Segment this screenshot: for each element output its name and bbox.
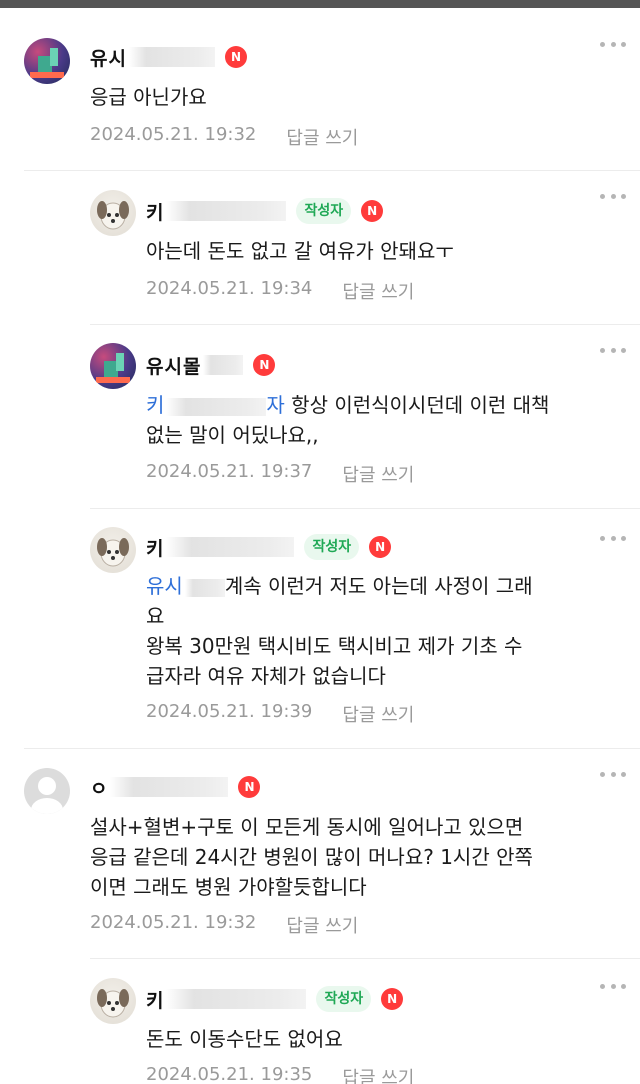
new-badge: N bbox=[369, 536, 392, 558]
divider bbox=[90, 508, 640, 509]
author-badge: 작성자 bbox=[316, 986, 372, 1012]
reply-button[interactable]: 답글 쓰기 bbox=[286, 912, 358, 938]
comment-line: 이면 그래도 병원 가야할듯합니다 bbox=[90, 875, 367, 899]
comment-body: 돈도 이동수단도 없어요 bbox=[146, 1024, 343, 1054]
mention-redacted bbox=[166, 397, 267, 416]
comment-meta: 2024.05.21. 19:35 답글 쓰기 bbox=[146, 1064, 414, 1084]
mention-tail[interactable]: 자 bbox=[266, 393, 284, 417]
comment-text: 계속 이런거 저도 아는데 사정이 그래 bbox=[224, 574, 533, 598]
reply-button[interactable]: 답글 쓰기 bbox=[342, 701, 414, 727]
author-avatar[interactable] bbox=[90, 978, 136, 1024]
comment-line: 급자라 여유 자체가 없습니다 bbox=[146, 664, 386, 688]
comment-meta: 2024.05.21. 19:39 답글 쓰기 bbox=[146, 701, 414, 727]
comment-body: 유시 계속 이런거 저도 아는데 사정이 그래 요 왕복 30만원 택시비도 택시… bbox=[146, 571, 533, 691]
reply-button[interactable]: 답글 쓰기 bbox=[342, 1064, 414, 1084]
comment-body: 설사+혈변+구토 이 모든게 동시에 일어나고 있으면 응급 같은데 24시간 … bbox=[90, 812, 533, 902]
author-avatar[interactable] bbox=[90, 527, 136, 573]
nickname[interactable]: 키 bbox=[146, 198, 164, 225]
author-avatar[interactable] bbox=[90, 190, 136, 236]
comment-line: 요 bbox=[146, 604, 165, 628]
more-options-icon[interactable] bbox=[600, 40, 626, 48]
comment-line: 유시 계속 이런거 저도 아는데 사정이 그래 bbox=[146, 571, 533, 601]
nickname[interactable]: ㅇ bbox=[90, 774, 108, 801]
default-avatar[interactable] bbox=[24, 768, 70, 814]
new-badge: N bbox=[253, 354, 276, 376]
nickname-redacted bbox=[166, 989, 307, 1009]
mention[interactable]: 유시 bbox=[146, 574, 183, 598]
nickname[interactable]: 키 bbox=[146, 534, 164, 561]
reply-button[interactable]: 답글 쓰기 bbox=[342, 461, 414, 487]
comment-body: 키 자 항상 이런식이시던데 이런 대책 없는 말이 어딨나요,, bbox=[146, 390, 549, 450]
divider bbox=[24, 170, 640, 171]
nickname-redacted bbox=[166, 201, 287, 221]
new-badge: N bbox=[361, 200, 384, 222]
more-options-icon[interactable] bbox=[600, 346, 626, 354]
avatar-image bbox=[97, 989, 129, 1018]
avatar-image bbox=[97, 201, 129, 230]
new-badge: N bbox=[238, 776, 261, 798]
more-options-icon[interactable] bbox=[600, 982, 626, 990]
reply-button[interactable]: 답글 쓰기 bbox=[342, 278, 414, 304]
avatar-image bbox=[97, 538, 129, 567]
comment-meta: 2024.05.21. 19:32 답글 쓰기 bbox=[90, 912, 358, 938]
timestamp: 2024.05.21. 19:32 bbox=[90, 124, 257, 145]
comment-line: 아는데 돈도 없고 갈 여유가 안돼요ㅜ bbox=[146, 239, 454, 263]
comment-line: 설사+혈변+구토 이 모든게 동시에 일어나고 있으면 bbox=[90, 815, 524, 839]
more-options-icon[interactable] bbox=[600, 770, 626, 778]
more-options-icon[interactable] bbox=[600, 192, 626, 200]
timestamp: 2024.05.21. 19:37 bbox=[146, 461, 313, 482]
nickname-redacted bbox=[166, 537, 295, 557]
nickname[interactable]: 키 bbox=[146, 986, 164, 1013]
nickname-redacted bbox=[128, 47, 215, 67]
comment-line: 없는 말이 어딨나요,, bbox=[146, 423, 319, 447]
nickname-redacted bbox=[203, 355, 244, 375]
author-badge: 작성자 bbox=[304, 534, 360, 560]
user-avatar[interactable] bbox=[24, 38, 70, 84]
divider bbox=[90, 324, 640, 325]
comment-meta: 2024.05.21. 19:32 답글 쓰기 bbox=[90, 124, 358, 150]
avatar-image bbox=[96, 353, 130, 383]
mention[interactable]: 키 bbox=[146, 393, 164, 417]
nickname[interactable]: 유시몰 bbox=[146, 352, 201, 379]
more-options-icon[interactable] bbox=[600, 534, 626, 542]
user-avatar[interactable] bbox=[90, 343, 136, 389]
comment-line: 키 자 항상 이런식이시던데 이런 대책 bbox=[146, 390, 549, 420]
divider bbox=[24, 748, 640, 749]
comment-line: 응급 아닌가요 bbox=[90, 85, 207, 109]
comment-meta: 2024.05.21. 19:34 답글 쓰기 bbox=[146, 278, 414, 304]
comment-line: 돈도 이동수단도 없어요 bbox=[146, 1027, 343, 1051]
nickname[interactable]: 유시 bbox=[90, 44, 127, 71]
comment-body: 아는데 돈도 없고 갈 여유가 안돼요ㅜ bbox=[146, 236, 454, 266]
new-badge: N bbox=[381, 988, 404, 1010]
comment-meta: 2024.05.21. 19:37 답글 쓰기 bbox=[146, 461, 414, 487]
nickname-redacted bbox=[110, 777, 229, 797]
top-bar bbox=[0, 0, 640, 8]
timestamp: 2024.05.21. 19:39 bbox=[146, 701, 313, 722]
divider bbox=[90, 958, 640, 959]
author-badge: 작성자 bbox=[296, 198, 352, 224]
timestamp: 2024.05.21. 19:35 bbox=[146, 1064, 313, 1084]
timestamp: 2024.05.21. 19:34 bbox=[146, 278, 313, 299]
mention-redacted bbox=[184, 578, 225, 597]
new-badge: N bbox=[224, 46, 247, 68]
comment-body: 응급 아닌가요 bbox=[90, 82, 207, 112]
timestamp: 2024.05.21. 19:32 bbox=[90, 912, 257, 933]
comment-text: 항상 이런식이시던데 이런 대책 bbox=[284, 393, 550, 417]
reply-button[interactable]: 답글 쓰기 bbox=[286, 124, 358, 150]
comment-line: 응급 같은데 24시간 병원이 많이 머나요? 1시간 안쪽 bbox=[90, 845, 533, 869]
person-icon bbox=[31, 777, 63, 814]
comment-line: 왕복 30만원 택시비도 택시비고 제가 기초 수 bbox=[146, 634, 523, 658]
avatar-image bbox=[30, 48, 64, 78]
